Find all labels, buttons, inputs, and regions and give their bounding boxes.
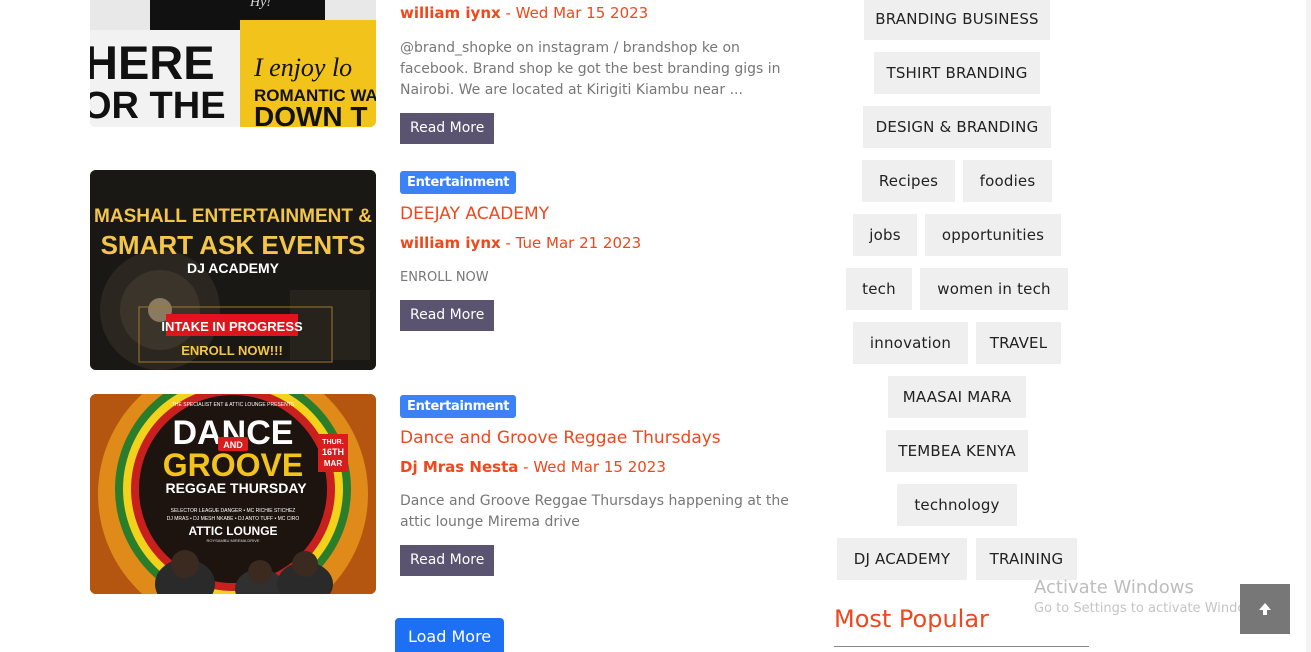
svg-text:Hy!: Hy! (249, 0, 271, 10)
tag-branding-business[interactable]: BRANDING BUSINESS (864, 0, 1050, 40)
load-more-button[interactable]: Load More (395, 618, 504, 652)
tag-foodies[interactable]: foodies (963, 160, 1052, 202)
tag-opportunities[interactable]: opportunities (925, 214, 1061, 256)
svg-text:MAR: MAR (324, 459, 342, 468)
tag-technology[interactable]: technology (897, 484, 1017, 526)
dj-academy-flyer-image: MASHALL ENTERTAINMENT & SMART ASK EVENTS… (90, 170, 376, 370)
svg-text:SELECTOR LEAGUE DANGER • MC RI: SELECTOR LEAGUE DANGER • MC RICHIE STICH… (171, 508, 296, 514)
post-date: Wed Mar 15 2023 (533, 458, 666, 476)
post-excerpt: @brand_shopke on instagram / brandshop k… (400, 40, 781, 98)
tag-travel[interactable]: TRAVEL (976, 322, 1061, 364)
svg-text:I enjoy lo: I enjoy lo (253, 53, 352, 82)
svg-text:SMART ASK EVENTS: SMART ASK EVENTS (101, 230, 366, 260)
tag-tembea-kenya[interactable]: TEMBEA KENYA (886, 430, 1028, 472)
post-thumbnail[interactable]: MASHALL ENTERTAINMENT & SMART ASK EVENTS… (90, 170, 376, 370)
svg-text:OR THE: OR THE (90, 85, 226, 127)
category-badge[interactable]: Entertainment (400, 395, 517, 418)
svg-text:THE SPECIALIST ENT & ATTIC LOU: THE SPECIALIST ENT & ATTIC LOUNGE PRESEN… (172, 402, 295, 408)
post-title[interactable]: Dance and Groove Reggae Thursdays (400, 428, 800, 448)
post-excerpt: ENROLL NOW (400, 270, 489, 285)
post-date: Wed Mar 15 2023 (515, 4, 649, 22)
read-more-button[interactable]: Read More (400, 300, 495, 331)
read-more-button[interactable]: Read More (400, 113, 495, 144)
svg-text:ENROLL NOW!!!: ENROLL NOW!!! (181, 343, 283, 358)
dance-groove-flyer-image: THE SPECIALIST ENT & ATTIC LOUNGE PRESEN… (90, 394, 376, 594)
most-popular-heading: Most Popular (834, 605, 989, 633)
svg-text:MASHALL ENTERTAINMENT &: MASHALL ENTERTAINMENT & (94, 206, 372, 227)
post-item: Entertainment Dance and Groove Reggae Th… (400, 395, 800, 576)
svg-text:ROYSAMBU MIREMA DRIVE: ROYSAMBU MIREMA DRIVE (206, 538, 259, 543)
post-item: william iynx - Wed Mar 15 2023 @brand_sh… (400, 4, 800, 144)
byline-separator: - (500, 234, 516, 252)
post-date: Tue Mar 21 2023 (515, 234, 642, 252)
tag-recipes[interactable]: Recipes (862, 160, 955, 202)
tag-innovation[interactable]: innovation (853, 322, 968, 364)
activate-windows-subtitle: Go to Settings to activate Windows. (1034, 601, 1267, 616)
tag-tech[interactable]: tech (846, 268, 912, 310)
svg-text:THUR.: THUR. (322, 439, 343, 446)
svg-text:DOWN T: DOWN T (254, 101, 368, 127)
post-excerpt: Dance and Groove Reggae Thursdays happen… (400, 493, 789, 530)
post-author[interactable]: william iynx (400, 234, 501, 252)
post-title[interactable]: DEEJAY ACADEMY (400, 204, 800, 224)
svg-text:REGGAE THURSDAY: REGGAE THURSDAY (165, 480, 307, 496)
svg-text:16TH: 16TH (322, 447, 344, 457)
post-byline: william iynx - Tue Mar 21 2023 (400, 234, 800, 252)
arrow-up-icon (1259, 603, 1271, 615)
svg-text:GROOVE: GROOVE (163, 447, 303, 483)
tag-tshirt-branding[interactable]: TSHIRT BRANDING (874, 52, 1040, 94)
tag-women-in-tech[interactable]: women in tech (920, 268, 1068, 310)
post-item: Entertainment DEEJAY ACADEMY william iyn… (400, 171, 800, 331)
post-thumbnail[interactable]: Hy! HERE OR THE I enjoy lo ROMANTIC WA D… (90, 0, 376, 127)
tag-design-branding[interactable]: DESIGN & BRANDING (863, 106, 1051, 148)
back-to-top-button[interactable] (1240, 584, 1290, 634)
post-author[interactable]: william iynx (400, 4, 501, 22)
post-author[interactable]: Dj Mras Nesta (400, 458, 518, 476)
post-byline: william iynx - Wed Mar 15 2023 (400, 4, 800, 22)
heading-divider (834, 646, 1089, 647)
svg-text:DJ ACADEMY: DJ ACADEMY (187, 260, 280, 276)
post-byline: Dj Mras Nesta - Wed Mar 15 2023 (400, 458, 800, 476)
category-badge[interactable]: Entertainment (400, 171, 517, 194)
svg-text:INTAKE IN PROGRESS: INTAKE IN PROGRESS (161, 319, 303, 334)
tag-dj-academy[interactable]: DJ ACADEMY (837, 538, 967, 580)
tag-maasai-mara[interactable]: MAASAI MARA (888, 376, 1026, 418)
svg-text:HERE: HERE (90, 36, 215, 89)
byline-separator: - (500, 4, 516, 22)
tag-jobs[interactable]: jobs (853, 214, 917, 256)
page-scrollbar[interactable] (1306, 0, 1311, 652)
activate-windows-title: Activate Windows (1034, 577, 1194, 598)
svg-text:DJ MRAS • DJ MESH NKABE • DJ A: DJ MRAS • DJ MESH NKABE • DJ ANTO TUFF •… (167, 516, 300, 522)
svg-text:ATTIC LOUNGE: ATTIC LOUNGE (188, 524, 277, 538)
byline-separator: - (518, 458, 534, 476)
tshirt-branding-image: Hy! HERE OR THE I enjoy lo ROMANTIC WA D… (90, 0, 376, 127)
post-thumbnail[interactable]: THE SPECIALIST ENT & ATTIC LOUNGE PRESEN… (90, 394, 376, 594)
read-more-button[interactable]: Read More (400, 545, 495, 576)
tag-training[interactable]: TRAINING (976, 538, 1077, 580)
